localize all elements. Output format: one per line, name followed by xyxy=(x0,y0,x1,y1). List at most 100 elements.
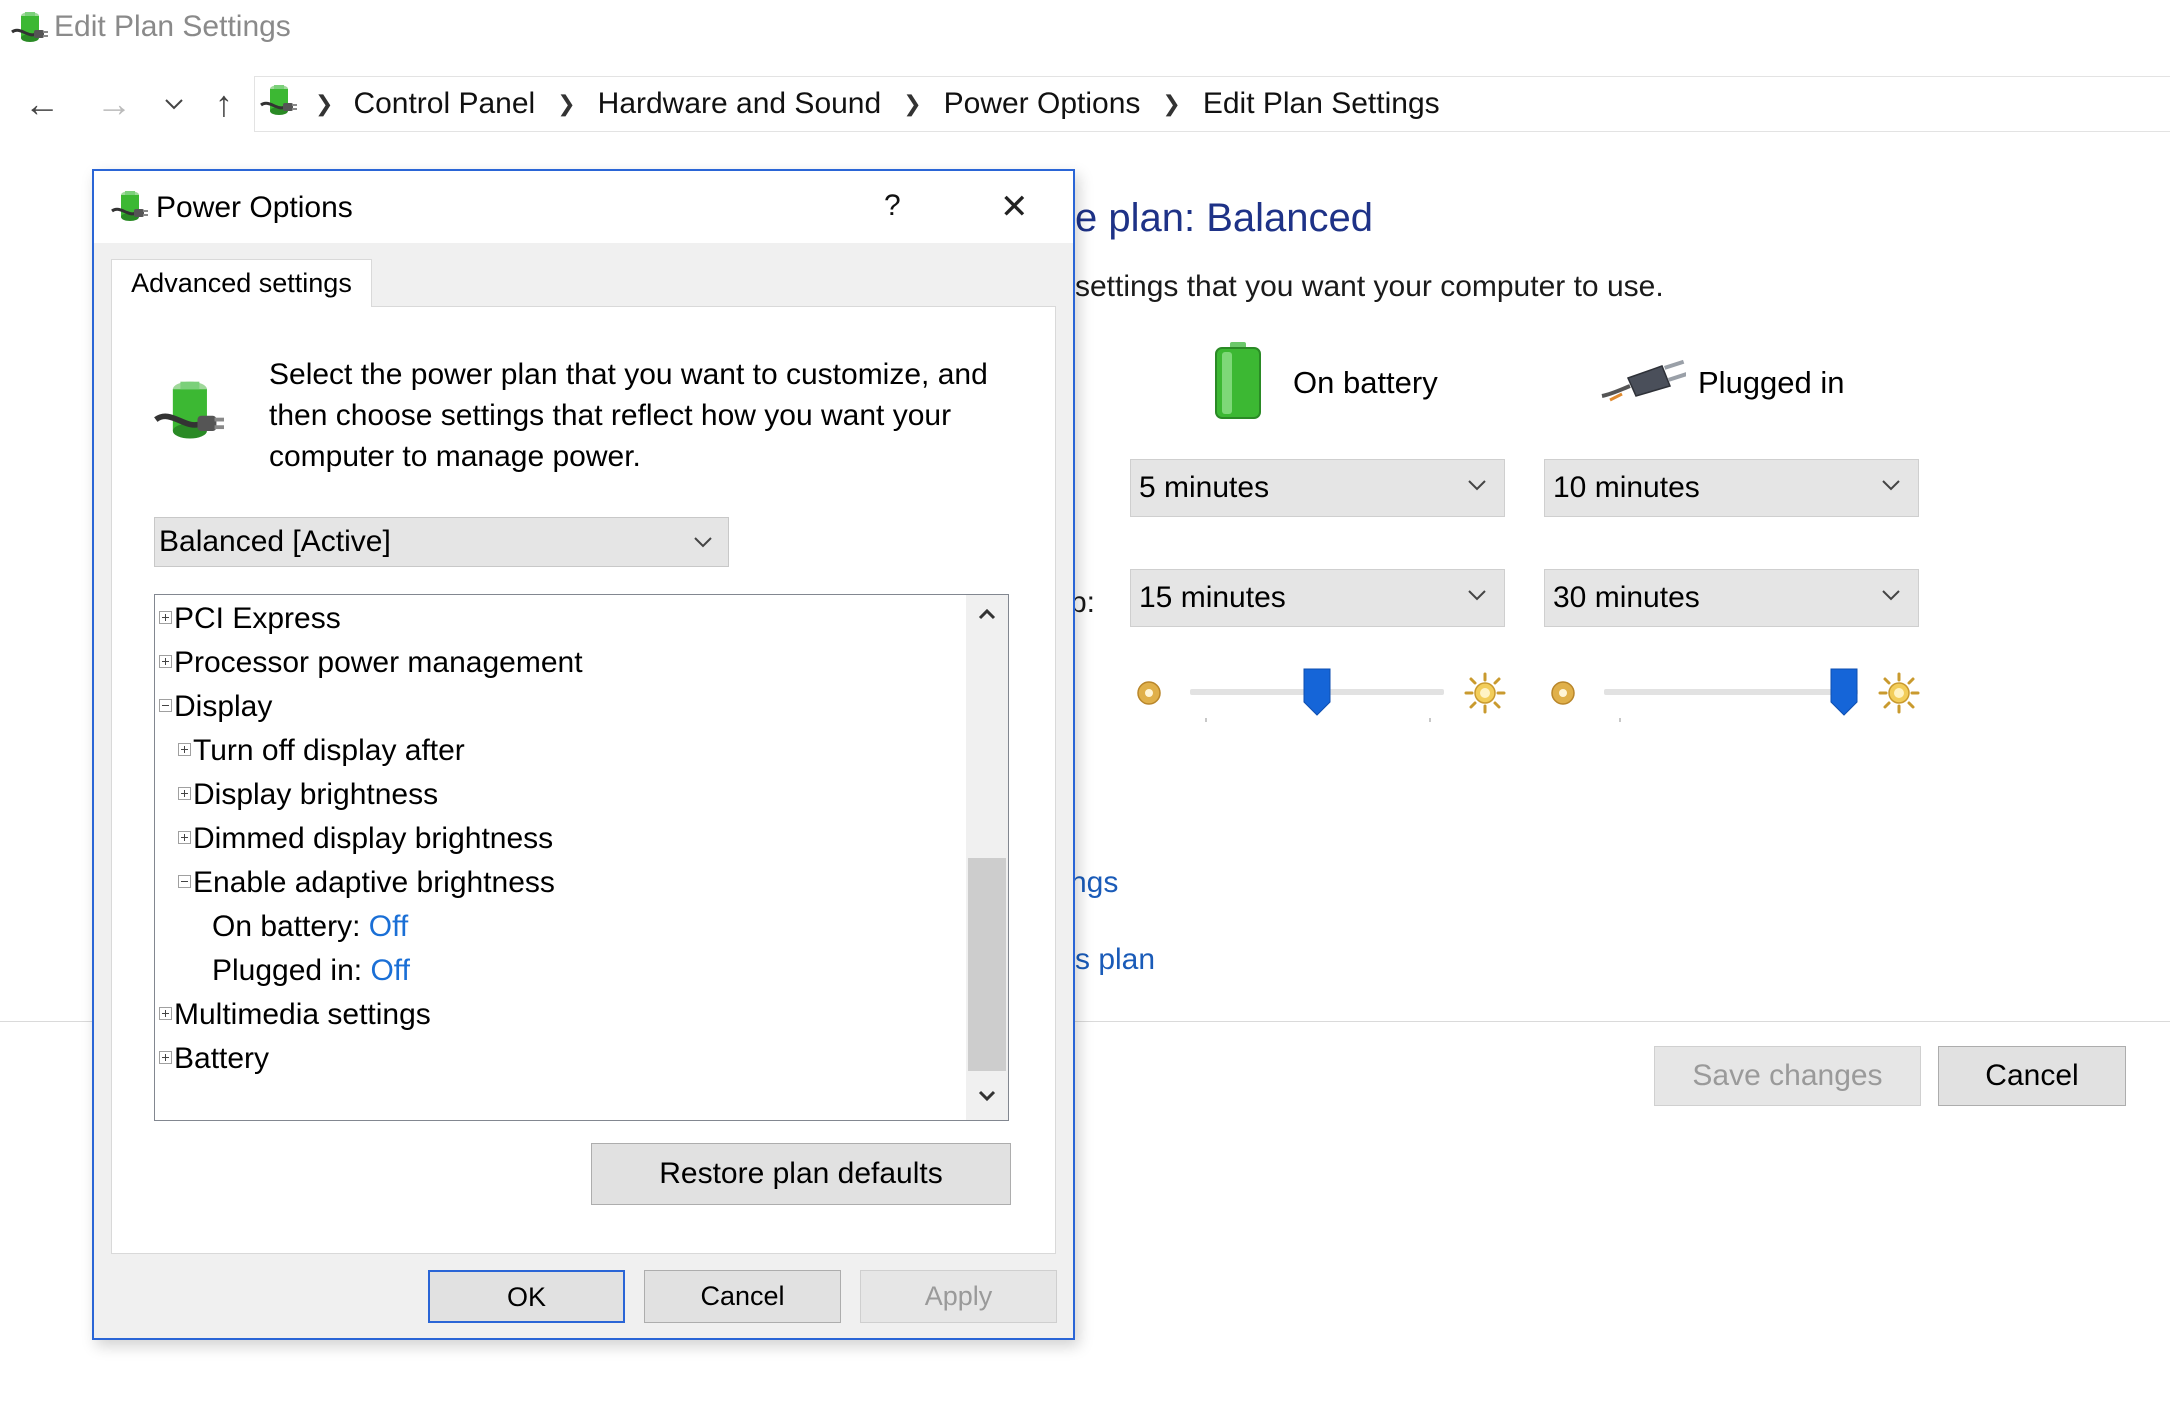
cancel-button[interactable]: Cancel xyxy=(1938,1046,2126,1106)
brightness-low-icon xyxy=(1134,678,1164,708)
select-value: 5 minutes xyxy=(1139,471,1270,504)
tree-item-processor-power[interactable]: Processor power management xyxy=(159,641,583,685)
chevron-down-icon xyxy=(692,531,714,553)
tree-item-plugged-in[interactable]: Plugged in: Off xyxy=(212,949,410,993)
breadcrumb-power-options[interactable]: Power Options xyxy=(944,87,1141,121)
breadcrumb-separator-icon[interactable]: ❯ xyxy=(903,91,921,117)
up-arrow-icon[interactable]: ↑ xyxy=(202,80,246,128)
plugged-in-value[interactable]: Off xyxy=(370,954,409,987)
dim-display-on-battery-select[interactable]: 5 minutes xyxy=(1130,459,1505,517)
tree-expand-icon[interactable] xyxy=(178,830,191,844)
tree-expand-icon[interactable] xyxy=(159,610,172,624)
breadcrumb-control-panel[interactable]: Control Panel xyxy=(353,87,535,121)
brightness-low-icon xyxy=(1548,678,1578,708)
power-options-icon xyxy=(152,371,224,453)
tree-item-display-brightness[interactable]: Display brightness xyxy=(178,773,438,817)
tree-item-dimmed-brightness[interactable]: Dimmed display brightness xyxy=(178,817,553,861)
chevron-down-icon xyxy=(1466,474,1488,496)
power-options-icon xyxy=(110,187,148,227)
column-label-on-battery: On battery xyxy=(1293,365,1438,400)
tree-expand-icon[interactable] xyxy=(159,654,172,668)
brightness-high-icon xyxy=(1877,671,1921,715)
power-options-icon xyxy=(259,81,297,121)
forward-arrow-icon[interactable]: → xyxy=(92,80,136,128)
slider-tick xyxy=(1619,718,1621,722)
select-value: Balanced [Active] xyxy=(159,525,391,558)
power-options-dialog: Power Options ? ✕ Advanced settings Sele… xyxy=(92,169,1075,1340)
select-value: 30 minutes xyxy=(1553,581,1700,614)
tree-item-adaptive-brightness[interactable]: Enable adaptive brightness xyxy=(178,861,555,905)
tree-collapse-icon[interactable] xyxy=(178,874,191,888)
tree-expand-icon[interactable] xyxy=(159,1006,172,1020)
tree-expand-icon[interactable] xyxy=(178,742,191,756)
slider-tick xyxy=(1429,718,1431,722)
tree-collapse-icon[interactable] xyxy=(159,698,172,712)
tree-item-label: PCI Express xyxy=(174,602,341,635)
dialog-titlebar: Power Options ? ✕ xyxy=(94,171,1073,243)
tree-item-multimedia[interactable]: Multimedia settings xyxy=(159,993,431,1037)
apply-button[interactable]: Apply xyxy=(860,1270,1057,1323)
chevron-down-icon xyxy=(1880,584,1902,606)
scrollbar-thumb[interactable] xyxy=(968,858,1006,1071)
tree-item-display[interactable]: Display xyxy=(159,685,272,729)
restore-default-settings-link[interactable]: s plan xyxy=(1075,943,1155,977)
tree-expand-icon[interactable] xyxy=(159,1050,172,1064)
power-options-icon xyxy=(10,8,48,48)
page-description: settings that you want your computer to … xyxy=(1075,270,1664,303)
power-plan-select[interactable]: Balanced [Active] xyxy=(154,517,729,567)
page-title: e plan: Balanced xyxy=(1075,196,1374,240)
change-advanced-settings-link[interactable]: ngs xyxy=(1070,866,1118,900)
recent-chevron-icon[interactable] xyxy=(156,80,192,130)
chevron-down-icon xyxy=(1880,474,1902,496)
dialog-title: Power Options xyxy=(156,191,353,224)
chevron-down-icon xyxy=(1466,584,1488,606)
address-bar[interactable]: ❯ Control Panel ❯ Hardware and Sound ❯ P… xyxy=(254,76,2170,132)
tree-item-label: Display brightness xyxy=(193,778,439,811)
dialog-description: Select the power plan that you want to c… xyxy=(269,358,988,473)
tree-item-label: Display xyxy=(174,690,273,723)
tree-item-label: Plugged in: xyxy=(212,954,363,987)
tree-item-label: Battery xyxy=(174,1042,270,1075)
brightness-slider-thumb[interactable] xyxy=(1830,668,1858,716)
tree-item-pci-express[interactable]: PCI Express xyxy=(159,597,341,641)
plug-icon xyxy=(1601,359,1686,402)
breadcrumb-separator-icon[interactable]: ❯ xyxy=(1162,91,1180,117)
chevron-down-icon xyxy=(163,93,185,115)
tree-item-on-battery[interactable]: On battery: Off xyxy=(212,905,408,949)
sleep-plugged-in-select[interactable]: 30 minutes xyxy=(1544,569,1919,627)
scroll-up-icon[interactable] xyxy=(966,597,1008,631)
tree-item-label: Turn off display after xyxy=(193,734,465,767)
brightness-slider-plugged-in[interactable] xyxy=(1604,689,1858,695)
close-icon[interactable]: ✕ xyxy=(1000,187,1029,227)
brightness-high-icon xyxy=(1463,671,1507,715)
brightness-slider-thumb[interactable] xyxy=(1303,668,1331,716)
slider-tick xyxy=(1205,718,1207,722)
sleep-on-battery-select[interactable]: 15 minutes xyxy=(1130,569,1505,627)
breadcrumb: ❯ Control Panel ❯ Hardware and Sound ❯ P… xyxy=(315,77,1440,131)
ok-button[interactable]: OK xyxy=(428,1270,625,1323)
on-battery-value[interactable]: Off xyxy=(369,910,408,943)
tree-item-label: On battery: xyxy=(212,910,361,943)
tree-expand-icon[interactable] xyxy=(178,786,191,800)
tree-item-label: Enable adaptive brightness xyxy=(193,866,555,899)
breadcrumb-separator-icon[interactable]: ❯ xyxy=(557,91,575,117)
tree-item-battery[interactable]: Battery xyxy=(159,1037,269,1081)
help-icon[interactable]: ? xyxy=(884,189,901,223)
dialog-cancel-button[interactable]: Cancel xyxy=(644,1270,841,1323)
dim-display-plugged-in-select[interactable]: 10 minutes xyxy=(1544,459,1919,517)
restore-plan-defaults-button[interactable]: Restore plan defaults xyxy=(591,1143,1011,1205)
column-label-plugged-in: Plugged in xyxy=(1698,365,1845,400)
save-changes-button[interactable]: Save changes xyxy=(1654,1046,1921,1106)
tree-item-label: Dimmed display brightness xyxy=(193,822,554,855)
settings-tree[interactable]: PCI Express Processor power management D… xyxy=(154,594,1009,1121)
back-arrow-icon[interactable]: ← xyxy=(20,80,64,128)
breadcrumb-edit-plan-settings[interactable]: Edit Plan Settings xyxy=(1203,87,1440,121)
select-value: 15 minutes xyxy=(1139,581,1286,614)
breadcrumb-separator-icon[interactable]: ❯ xyxy=(315,91,333,117)
tab-advanced-settings[interactable]: Advanced settings xyxy=(111,259,372,307)
battery-icon xyxy=(1215,342,1261,419)
scroll-down-icon[interactable] xyxy=(966,1079,1008,1113)
tree-item-turn-off-display[interactable]: Turn off display after xyxy=(178,729,465,773)
select-value: 10 minutes xyxy=(1553,471,1700,504)
breadcrumb-hardware-and-sound[interactable]: Hardware and Sound xyxy=(598,87,882,121)
